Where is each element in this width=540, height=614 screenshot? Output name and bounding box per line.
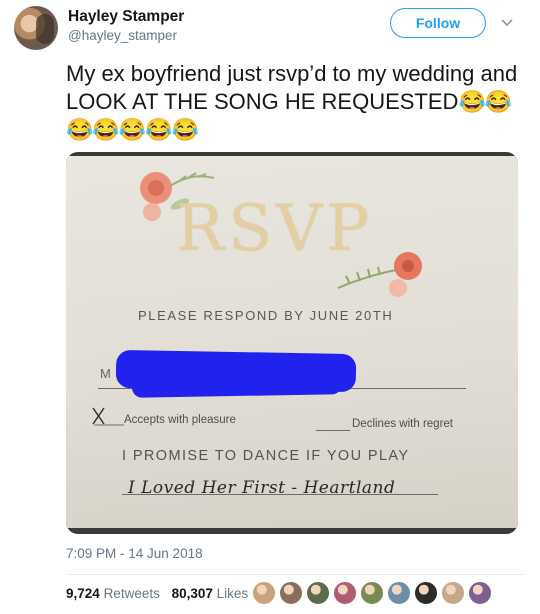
x-check-mark: [92, 407, 124, 426]
liker-avatar[interactable]: [306, 581, 330, 605]
requested-song: I Loved Her First - Heartland: [128, 478, 396, 498]
chevron-down-icon[interactable]: [498, 14, 516, 32]
liker-avatar[interactable]: [441, 581, 465, 605]
liker-avatar[interactable]: [414, 581, 438, 605]
rsvp-card: RSVP PLEASE RESPOND BY JUNE 20TH M Accep…: [66, 156, 518, 528]
divider: [66, 574, 526, 575]
likes-count[interactable]: 80,307: [172, 586, 213, 601]
declines-option: Declines with regret: [352, 418, 453, 430]
tweet-text: My ex boyfriend just rsvp’d to my weddin…: [66, 60, 528, 144]
liker-avatar[interactable]: [468, 581, 492, 605]
avatar[interactable]: [14, 6, 58, 50]
user-handle[interactable]: @hayley_stamper: [68, 28, 177, 43]
tweet-photo[interactable]: RSVP PLEASE RESPOND BY JUNE 20TH M Accep…: [66, 152, 518, 534]
retweets-label[interactable]: Retweets: [104, 586, 160, 601]
flower-illustration: [337, 252, 422, 297]
promise-text: I PROMISE TO DANCE IF YOU PLAY: [122, 448, 410, 464]
likes-label[interactable]: Likes: [217, 586, 249, 601]
name-prefix: M: [100, 366, 111, 381]
liker-avatar[interactable]: [279, 581, 303, 605]
liker-avatar[interactable]: [360, 581, 384, 605]
tweet-stats: 9,724 Retweets 80,307 Likes: [66, 586, 248, 601]
tweet-header: Hayley Stamper @hayley_stamper Follow: [14, 6, 526, 52]
decline-line: [316, 430, 350, 431]
respond-by-text: PLEASE RESPOND BY JUNE 20TH: [138, 308, 394, 323]
liker-avatars: [252, 580, 495, 606]
redaction-scribble: [131, 374, 343, 398]
tweet-timestamp[interactable]: 7:09 PM - 14 Jun 2018: [66, 546, 203, 561]
liker-avatar[interactable]: [252, 581, 276, 605]
tweet-body: My ex boyfriend just rsvp’d to my weddin…: [66, 61, 518, 114]
liker-avatar[interactable]: [387, 581, 411, 605]
liker-avatar[interactable]: [333, 581, 357, 605]
accepts-option: Accepts with pleasure: [124, 414, 236, 426]
song-line: [122, 494, 438, 495]
follow-button[interactable]: Follow: [390, 8, 486, 38]
display-name[interactable]: Hayley Stamper: [68, 8, 184, 26]
retweets-count[interactable]: 9,724: [66, 586, 100, 601]
